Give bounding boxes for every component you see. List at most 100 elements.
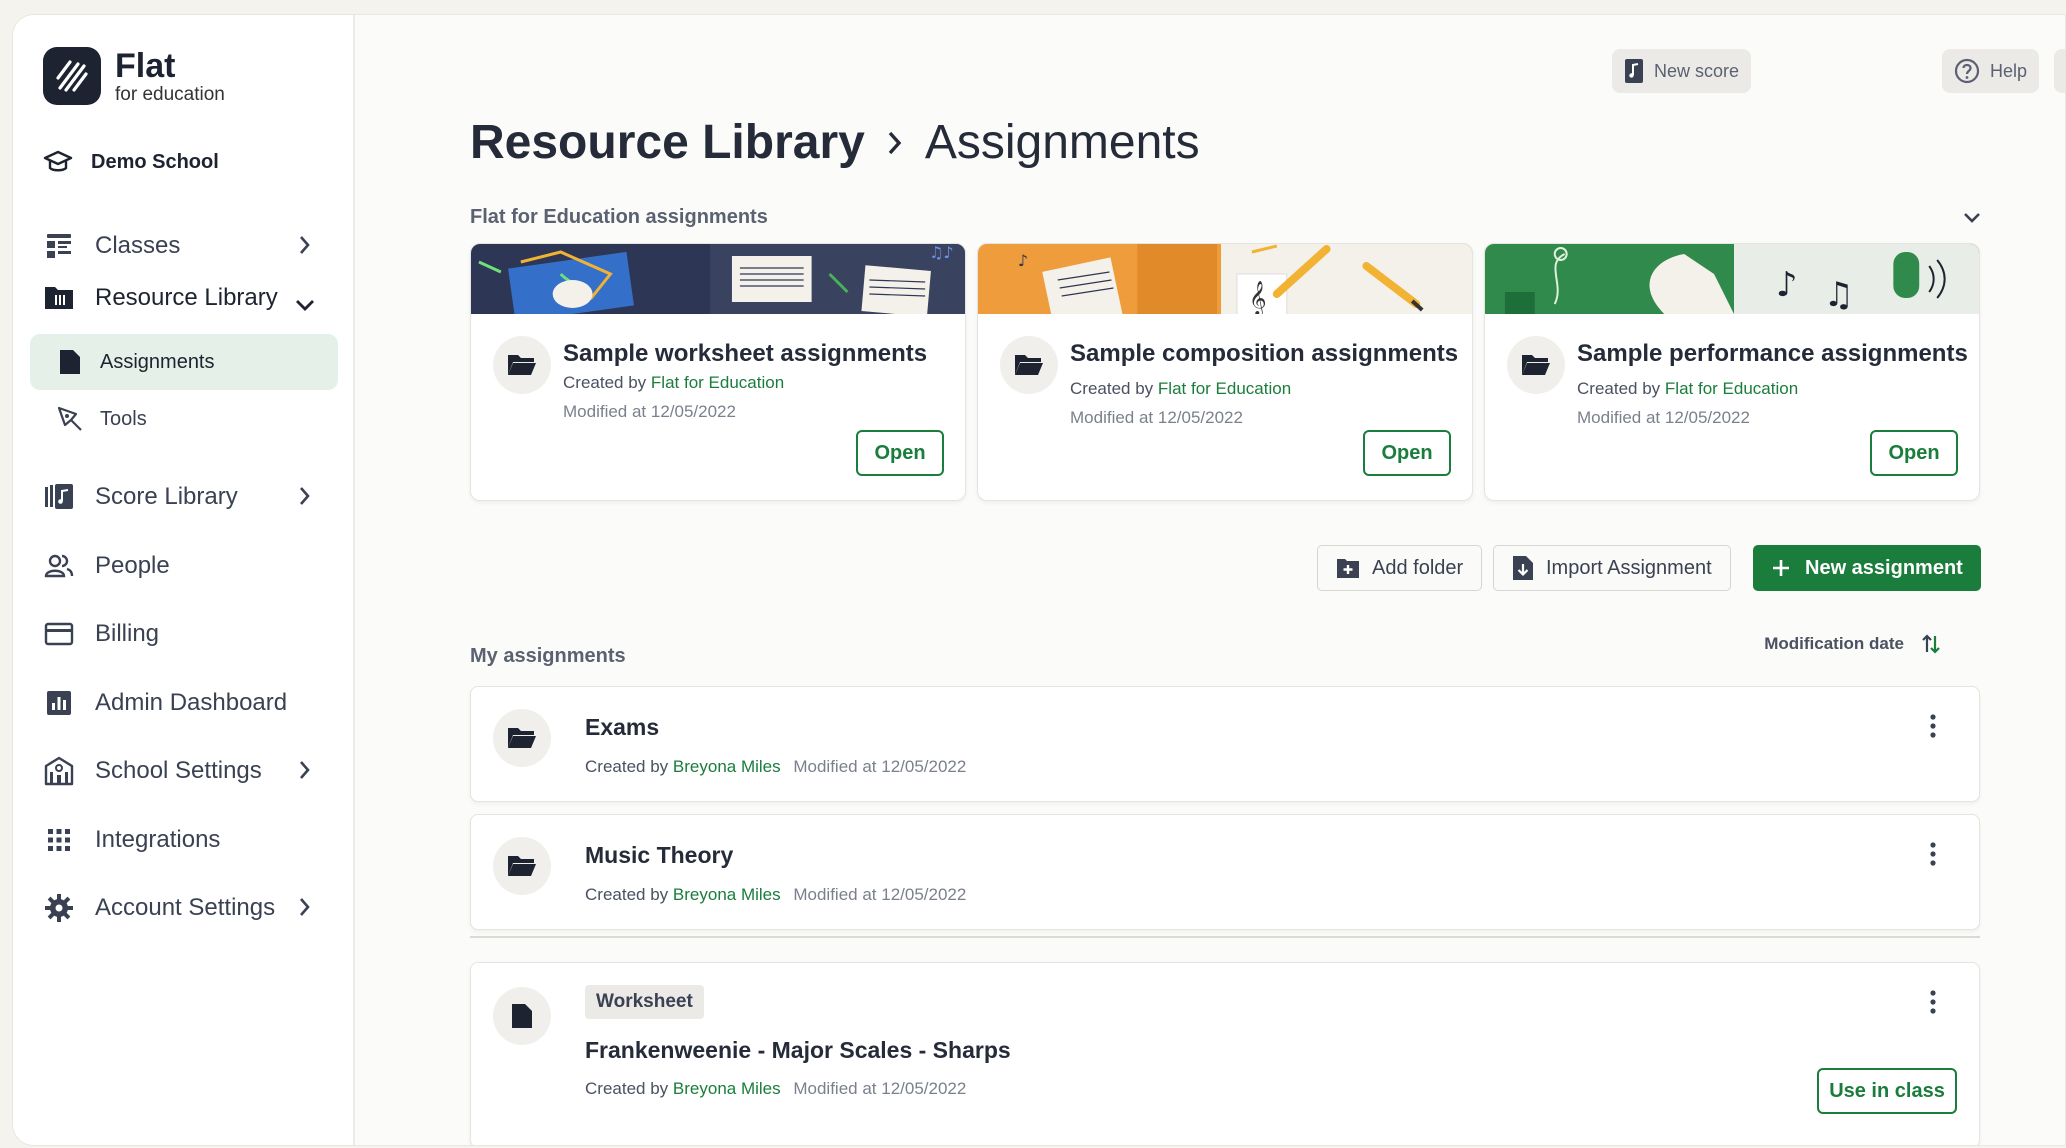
folder-row[interactable]: Exams Created by Breyona Miles Modified … bbox=[470, 686, 1980, 802]
folder-icon bbox=[1000, 336, 1058, 394]
dashboard-icon bbox=[43, 687, 75, 719]
more-options-icon[interactable] bbox=[1921, 711, 1945, 741]
assignment-modified: Modified at 12/05/2022 bbox=[793, 1079, 967, 1098]
grid-icon bbox=[43, 824, 75, 856]
author-link[interactable]: Flat for Education bbox=[651, 373, 784, 392]
main-content: New score Help Resource Library Assignme… bbox=[355, 15, 2065, 1145]
chevron-right-icon bbox=[299, 234, 311, 263]
add-folder-button[interactable]: Add folder bbox=[1317, 545, 1483, 591]
svg-text:♪: ♪ bbox=[1018, 251, 1028, 270]
sidebar-item-label: People bbox=[95, 552, 170, 579]
open-button[interactable]: Open bbox=[856, 430, 944, 476]
featured-cards: ♫♪ Sample worksheet assignments Created … bbox=[470, 243, 1980, 501]
author-link[interactable]: Flat for Education bbox=[1158, 379, 1291, 398]
card-title: Sample performance assignments bbox=[1577, 340, 1968, 367]
folder-modified: Modified at 12/05/2022 bbox=[793, 885, 967, 904]
brand-logo[interactable]: Flat for education bbox=[43, 47, 225, 105]
sidebar-item-assignments[interactable]: Assignments bbox=[30, 334, 338, 390]
help-label: Help bbox=[1990, 60, 2028, 81]
chevron-right-icon bbox=[299, 896, 311, 925]
add-folder-label: Add folder bbox=[1372, 556, 1464, 579]
new-score-label: New score bbox=[1654, 60, 1740, 81]
sidebar-item-label: Integrations bbox=[95, 826, 221, 853]
import-file-icon bbox=[1512, 555, 1534, 581]
author-link[interactable]: Breyona Miles bbox=[673, 1079, 781, 1098]
sort-icon bbox=[1922, 633, 1940, 655]
sidebar-item-label: Score Library bbox=[95, 483, 238, 510]
billing-icon bbox=[43, 618, 75, 650]
folder-title: Music Theory bbox=[585, 842, 734, 868]
school-selector[interactable]: Demo School bbox=[43, 149, 219, 175]
card-created-by: Created by Flat for Education bbox=[1577, 379, 1798, 399]
sort-control[interactable]: Modification date bbox=[1764, 633, 1940, 655]
score-icon bbox=[1624, 58, 1644, 84]
card-created-by: Created by Flat for Education bbox=[1070, 379, 1291, 399]
classes-icon bbox=[43, 230, 75, 262]
sidebar-item-label: School Settings bbox=[95, 757, 262, 784]
chevron-right-icon bbox=[299, 485, 311, 514]
collapse-chevron-icon[interactable] bbox=[1962, 211, 1982, 225]
page-title: Assignments bbox=[924, 116, 1200, 169]
card-modified: Modified at 12/05/2022 bbox=[563, 402, 736, 421]
brand-title: Flat bbox=[115, 46, 176, 85]
sidebar-item-resource-library[interactable]: Resource Library bbox=[43, 270, 333, 326]
card-modified: Modified at 12/05/2022 bbox=[1070, 408, 1243, 427]
sidebar-item-label: Assignments bbox=[100, 350, 215, 373]
sidebar-item-people[interactable]: People bbox=[43, 538, 333, 594]
breadcrumb-parent[interactable]: Resource Library bbox=[470, 115, 865, 170]
sidebar-item-integrations[interactable]: Integrations bbox=[43, 812, 333, 868]
use-in-class-button[interactable]: Use in class bbox=[1817, 1068, 1957, 1114]
sidebar-item-label: Account Settings bbox=[95, 894, 276, 921]
help-button[interactable]: Help bbox=[1942, 49, 2040, 93]
folder-row[interactable]: Music Theory Created by Breyona Miles Mo… bbox=[470, 814, 1980, 930]
sidebar-item-billing[interactable]: Billing bbox=[43, 606, 333, 662]
sidebar-item-tools[interactable]: Tools bbox=[30, 391, 338, 447]
chevron-down-icon bbox=[295, 290, 315, 318]
author-link[interactable]: Breyona Miles bbox=[673, 885, 781, 904]
school-icon bbox=[43, 755, 75, 787]
created-by-prefix: Created by bbox=[563, 373, 647, 392]
sidebar: Flat for education Demo School Classes R… bbox=[13, 15, 355, 1145]
folder-icon bbox=[493, 336, 551, 394]
open-button[interactable]: Open bbox=[1363, 430, 1451, 476]
sidebar-item-label: Tools bbox=[100, 407, 147, 430]
folder-icon bbox=[493, 709, 551, 767]
sidebar-item-label: Classes bbox=[95, 232, 181, 259]
featured-card[interactable]: ♫♪ Sample worksheet assignments Created … bbox=[470, 243, 966, 501]
breadcrumb: Resource Library Assignments bbox=[470, 115, 1200, 170]
chevron-right-icon bbox=[299, 759, 311, 788]
featured-card[interactable]: ♪ ♫ Sample performance assignments Creat… bbox=[1484, 243, 1980, 501]
assignment-title: Frankenweenie - Major Scales - Sharps bbox=[585, 1037, 1011, 1063]
assignment-meta: Created by Breyona Miles Modified at 12/… bbox=[585, 1079, 966, 1099]
featured-card[interactable]: 𝄞 ♪ Sample composition assignments Creat… bbox=[977, 243, 1473, 501]
sidebar-item-school-settings[interactable]: School Settings bbox=[43, 743, 333, 799]
sidebar-item-account-settings[interactable]: Account Settings bbox=[43, 880, 333, 936]
assignment-row[interactable]: Worksheet Frankenweenie - Major Scales -… bbox=[470, 962, 1980, 1145]
section-divider bbox=[470, 936, 1980, 938]
tools-icon bbox=[56, 405, 84, 433]
author-link[interactable]: Flat for Education bbox=[1665, 379, 1798, 398]
sidebar-item-admin-dashboard[interactable]: Admin Dashboard bbox=[43, 675, 333, 731]
help-icon bbox=[1954, 58, 1980, 84]
graduation-cap-icon bbox=[43, 149, 73, 175]
card-created-by: Created by Flat for Education bbox=[563, 373, 784, 393]
sidebar-item-classes[interactable]: Classes bbox=[43, 218, 333, 274]
author-link[interactable]: Breyona Miles bbox=[673, 757, 781, 776]
new-score-button[interactable]: New score bbox=[1612, 49, 1752, 93]
chevron-right-icon bbox=[887, 130, 903, 156]
sidebar-item-label: Admin Dashboard bbox=[95, 689, 288, 716]
gear-icon bbox=[43, 892, 75, 924]
worksheet-banner-image: ♫♪ bbox=[471, 244, 965, 314]
folder-meta: Created by Breyona Miles Modified at 12/… bbox=[585, 885, 966, 905]
folder-plus-icon bbox=[1336, 557, 1360, 579]
sidebar-item-score-library[interactable]: Score Library bbox=[43, 469, 333, 525]
open-button[interactable]: Open bbox=[1870, 430, 1958, 476]
more-options-icon[interactable] bbox=[1921, 987, 1945, 1017]
new-assignment-label: New assignment bbox=[1805, 556, 1963, 579]
notifications-button[interactable] bbox=[2054, 49, 2065, 93]
import-assignment-button[interactable]: Import Assignment bbox=[1493, 545, 1731, 591]
more-options-icon[interactable] bbox=[1921, 839, 1945, 869]
composition-banner-image: 𝄞 ♪ bbox=[978, 244, 1472, 314]
new-assignment-button[interactable]: New assignment bbox=[1753, 545, 1981, 591]
folder-icon bbox=[493, 837, 551, 895]
